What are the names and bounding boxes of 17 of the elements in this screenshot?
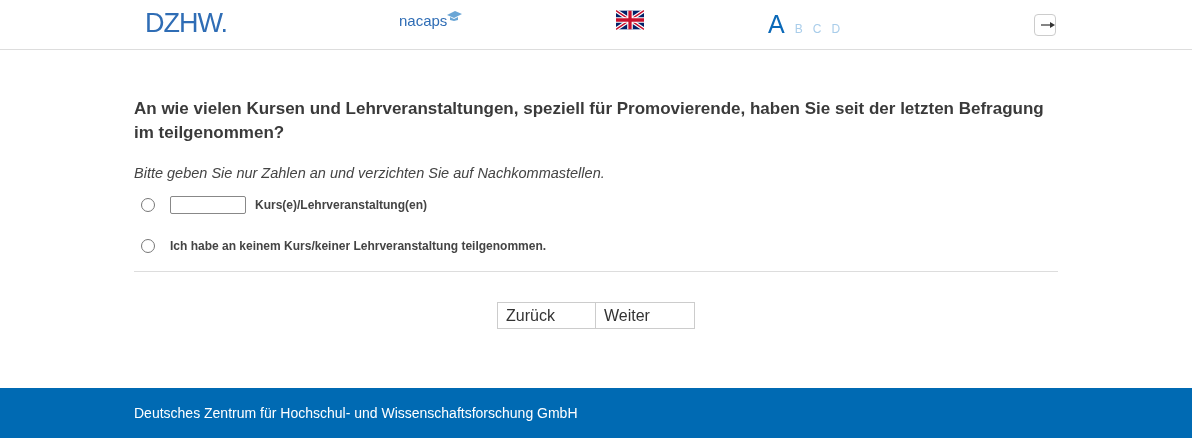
exit-arrow-icon xyxy=(1041,22,1055,28)
nav-button[interactable]: Weiter xyxy=(596,302,695,329)
question-text: An wie vielen Kursen und Lehrveranstaltungen, speziell für Promovierende, haben Sie seit der letzten Befragung im teilgenommen? xyxy=(134,98,1044,144)
number-field[interactable] xyxy=(170,196,246,214)
option-label: Ich habe an keinem Kurs/keiner Lehrveranstaltung teilgenommen. xyxy=(170,239,547,253)
exit-button[interactable] xyxy=(1034,14,1056,36)
instruction-text: Bitte geben Sie nur Zahlen an und verzichten Sie auf Nachkommastellen. xyxy=(134,165,606,181)
mortarboard-icon xyxy=(447,11,463,22)
partner-logo: nacaps xyxy=(399,12,463,29)
radio-button[interactable] xyxy=(141,198,155,212)
radio-button[interactable] xyxy=(141,239,155,253)
font-size-link[interactable]: A xyxy=(768,10,785,39)
uk-flag-icon[interactable] xyxy=(616,10,644,30)
nav-button[interactable]: Zurück xyxy=(497,302,596,329)
logo: DZHW. xyxy=(145,8,227,39)
footer-text: Deutsches Zentrum für Hochschul- und Wissenschaftsforschung GmbH xyxy=(134,405,578,421)
option-label: Kurs(e)/Lehrveranstaltung(en) xyxy=(255,198,428,212)
